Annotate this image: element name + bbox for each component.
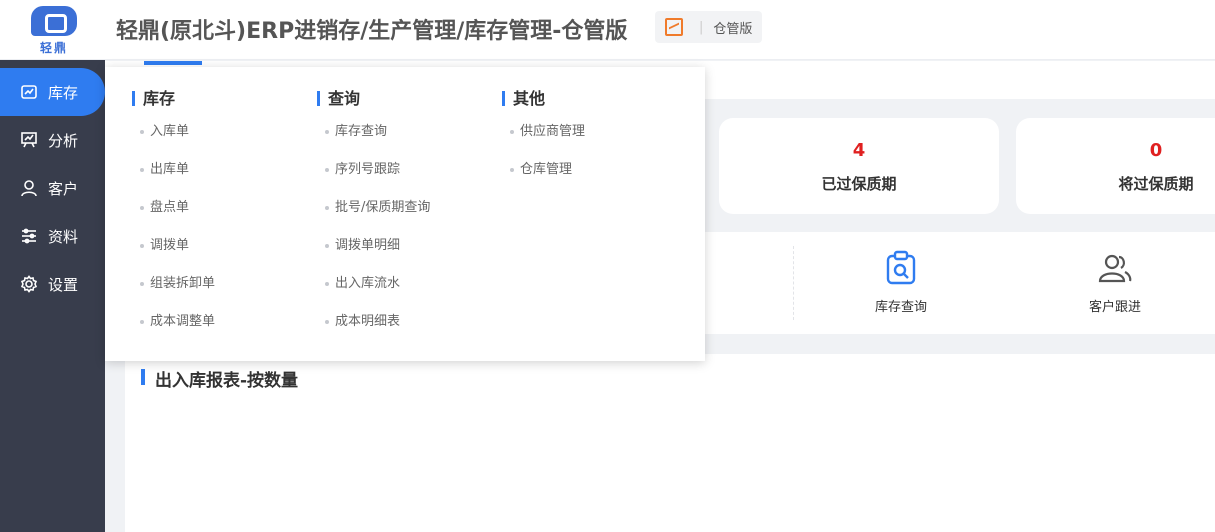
users-icon (1097, 250, 1133, 286)
sliders-icon (20, 227, 38, 245)
menu-item-inventory-query[interactable]: 库存查询 (317, 113, 430, 151)
menu-item-stock-in[interactable]: 入库单 (132, 113, 215, 151)
menu-item-cost-detail[interactable]: 成本明细表 (317, 303, 430, 341)
stat-value: 0 (1149, 140, 1163, 161)
stat-value: 4 (852, 140, 866, 161)
menu-item-transfer-detail[interactable]: 调拨单明细 (317, 227, 430, 265)
logo-text: 轻鼎 (39, 41, 68, 55)
sidebar-item-label: 设置 (48, 275, 79, 294)
sidebar-item-data[interactable]: 资料 (0, 212, 105, 260)
app-logo[interactable]: 轻鼎 (22, 6, 86, 58)
menu-column-title: 其他 (502, 89, 585, 109)
menu-item-stocktake[interactable]: 盘点单 (132, 189, 215, 227)
menu-column-title: 库存 (132, 89, 215, 109)
menu-item-supplier[interactable]: 供应商管理 (502, 113, 585, 151)
shortcut-customer-follow[interactable]: 客户跟进 (1060, 250, 1170, 315)
top-header: 轻鼎 轻鼎(原北斗)ERP进销存/生产管理/库存管理-仓管版 | 仓管版 (0, 0, 1215, 60)
sidebar: 库存 分析 客户 资料 设置 (0, 60, 105, 532)
analysis-icon (20, 131, 38, 149)
sidebar-item-label: 资料 (48, 227, 79, 246)
trend-chart-icon (665, 18, 683, 36)
inventory-icon (20, 83, 38, 101)
menu-item-stock-out[interactable]: 出库单 (132, 151, 215, 189)
menu-item-transfer[interactable]: 调拨单 (132, 227, 215, 265)
sidebar-item-settings[interactable]: 设置 (0, 260, 105, 308)
report-panel: 出入库报表-按数量 (125, 354, 1215, 532)
logo-mark-icon (31, 6, 77, 36)
stat-card-expiring[interactable]: 0 将过保质期 (1016, 118, 1215, 214)
sidebar-item-label: 客户 (48, 179, 79, 198)
menu-item-cost-adjust[interactable]: 成本调整单 (132, 303, 215, 341)
menu-item-serial-tracking[interactable]: 序列号跟踪 (317, 151, 430, 189)
menu-column-title: 查询 (317, 89, 430, 109)
sidebar-item-customer[interactable]: 客户 (0, 164, 105, 212)
sidebar-item-label: 库存 (48, 83, 79, 102)
report-title: 出入库报表-按数量 (141, 366, 298, 391)
divider (793, 246, 794, 320)
stat-card-expired[interactable]: 4 已过保质期 (719, 118, 999, 214)
stat-label: 将过保质期 (1118, 175, 1194, 193)
menu-column-query: 查询 库存查询 序列号跟踪 批号/保质期查询 调拨单明细 出入库流水 成本明细表 (317, 89, 430, 341)
gear-icon (20, 275, 38, 293)
clipboard-search-icon (883, 250, 919, 286)
inventory-dropdown-menu: 库存 入库单 出库单 盘点单 调拨单 组装拆卸单 成本调整单 查询 库存查询 序… (105, 67, 705, 361)
shortcut-label: 库存查询 (874, 300, 927, 315)
sidebar-item-analysis[interactable]: 分析 (0, 116, 105, 164)
edition-badge[interactable]: | 仓管版 (655, 11, 763, 43)
sidebar-item-inventory[interactable]: 库存 (0, 68, 105, 116)
edition-label: 仓管版 (713, 21, 753, 37)
stat-label: 已过保质期 (821, 175, 897, 193)
user-icon (20, 179, 38, 197)
menu-item-assembly[interactable]: 组装拆卸单 (132, 265, 215, 303)
separator: | (699, 19, 704, 35)
shortcut-label: 客户跟进 (1088, 300, 1141, 315)
menu-column-inventory: 库存 入库单 出库单 盘点单 调拨单 组装拆卸单 成本调整单 (132, 89, 215, 341)
menu-item-warehouse[interactable]: 仓库管理 (502, 151, 585, 189)
shortcut-inventory-query[interactable]: 库存查询 (846, 250, 956, 315)
menu-column-other: 其他 供应商管理 仓库管理 (502, 89, 585, 189)
active-tab-indicator (144, 61, 202, 65)
app-title: 轻鼎(原北斗)ERP进销存/生产管理/库存管理-仓管版 (116, 19, 628, 44)
menu-item-batch-query[interactable]: 批号/保质期查询 (317, 189, 430, 227)
sidebar-item-label: 分析 (48, 131, 79, 150)
menu-item-stock-flow[interactable]: 出入库流水 (317, 265, 430, 303)
